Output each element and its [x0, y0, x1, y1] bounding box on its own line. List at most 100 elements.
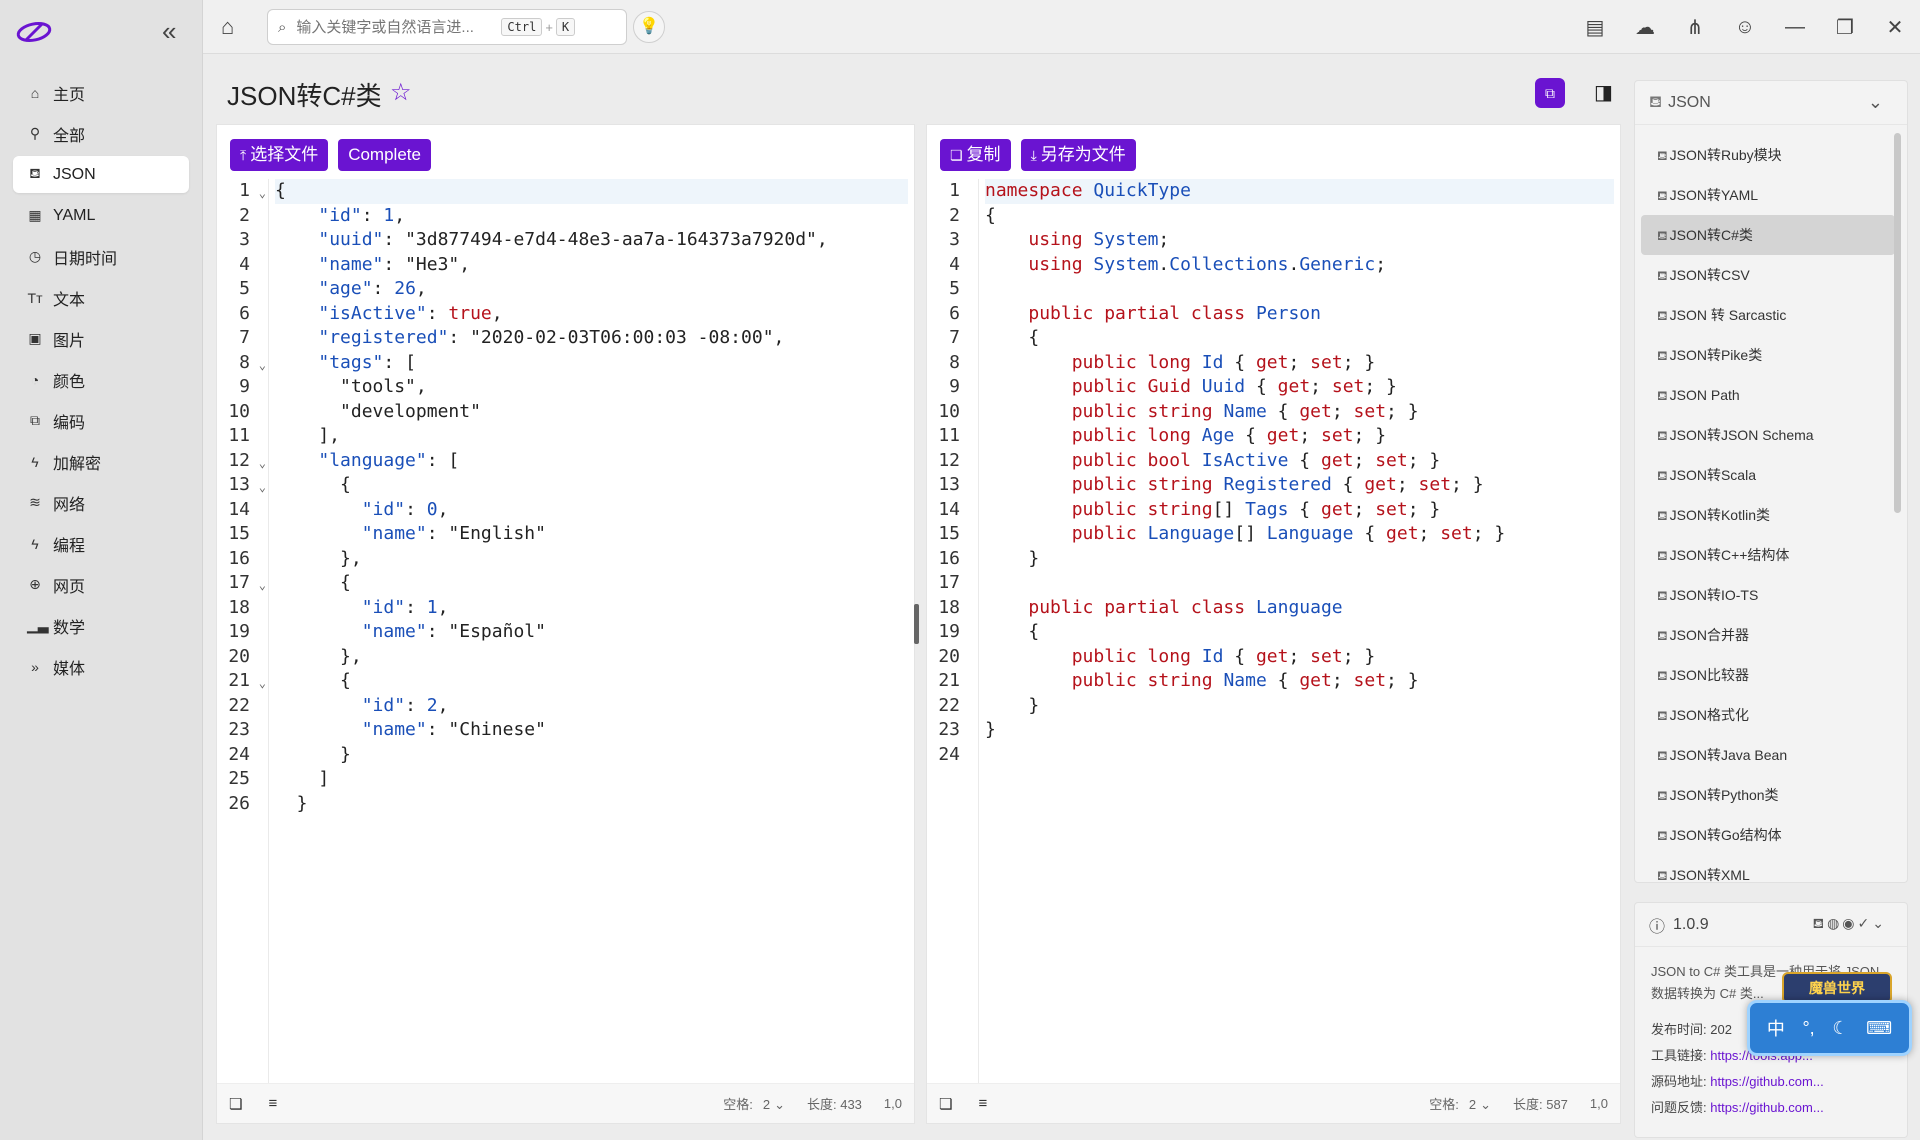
category-dropdown[interactable]: ⛾ JSON ⌄ — [1635, 81, 1907, 125]
user-icon[interactable]: ☺ — [1720, 16, 1770, 39]
select-file-button[interactable]: ⤒ 选择文件 — [230, 139, 329, 171]
bulb-icon[interactable]: 💡 — [633, 11, 665, 43]
cloud-icon[interactable]: ☁ — [1620, 15, 1670, 40]
sidebar-item-1[interactable]: ⚲ 全部 — [13, 115, 189, 152]
tool-item[interactable]: ⛾ JSON转Pike类 — [1641, 335, 1895, 375]
punct-icon[interactable]: °, — [1802, 1018, 1814, 1039]
json-icon: ⛾ — [1657, 308, 1668, 323]
line-gutter: 1 2 3 4 5 6 7 8 9 10 11 12 13 14 15 16 17 18 19 20 21 22 23 24 — [927, 179, 979, 1083]
share-icon[interactable]: ⋔ — [1670, 15, 1720, 40]
scrollbar[interactable] — [1894, 133, 1901, 513]
source-row: 源码地址: https://github.com... — [1651, 1074, 1824, 1089]
collapse-sidebar-icon[interactable]: « — [162, 18, 176, 44]
sidebar-item-12[interactable]: ⊕ 网页 — [13, 566, 189, 603]
sidebar-item-5[interactable]: Tт 文本 — [13, 279, 189, 316]
clock-icon: ◷ — [28, 248, 42, 264]
line-gutter: 1 ⌄ 2 3 4 5 6 7 8 ⌄ 9 10 11 12 ⌄ 13 ⌄ 14 15 16 17 ⌄ 18 19 20 21 ⌄ 2… — [217, 179, 269, 1083]
input-status-bar: ❏ ≡ 空格: 2 ⌄ 长度: 433 1,0 — [217, 1083, 914, 1123]
globe-icon: ⊕ — [29, 576, 41, 592]
wrap-icon[interactable]: ≡ — [268, 1095, 277, 1112]
sidebar-item-11[interactable]: ϟ 编程 — [13, 525, 189, 562]
sidebar-item-3[interactable]: ▦ YAML — [13, 197, 189, 234]
complete-button[interactable]: Complete — [338, 139, 431, 171]
json-icon: ⛾ — [1657, 508, 1668, 523]
copy-icon: ❏ — [950, 147, 963, 163]
info-icon: ⓘ — [1649, 918, 1666, 936]
space-value[interactable]: 2 — [1469, 1097, 1476, 1112]
copy-icon[interactable]: ❏ — [939, 1095, 952, 1113]
tool-item-label: JSON 转 Sarcastic — [1669, 307, 1787, 323]
tool-item[interactable]: ⛾ JSON转Java Bean — [1641, 735, 1895, 775]
info-header: ⓘ 1.0.9 ⛾◍◉✓⌄ — [1635, 903, 1907, 947]
tool-item[interactable]: ⛾ JSON转JSON Schema — [1641, 415, 1895, 455]
home-icon[interactable]: ⌂ — [221, 14, 234, 40]
pane-splitter[interactable] — [914, 604, 919, 644]
tool-item[interactable]: ⛾ JSON转Kotlin类 — [1641, 495, 1895, 535]
issue-link[interactable]: https://github.com... — [1710, 1100, 1823, 1115]
tool-item[interactable]: ⛾ JSON转C#类 — [1641, 215, 1895, 255]
sidebar-item-7[interactable]: ◔ 颜色 — [13, 361, 189, 398]
tool-item-label: JSON转Java Bean — [1669, 747, 1788, 763]
space-value[interactable]: 2 — [763, 1097, 770, 1112]
save-as-file-button[interactable]: ⤓ 另存为文件 — [1020, 139, 1136, 171]
source-link[interactable]: https://github.com... — [1710, 1074, 1823, 1089]
sidebar-item-8[interactable]: ⧉ 编码 — [13, 402, 189, 439]
shortcut-key: K — [555, 18, 576, 36]
favorite-star-icon[interactable]: ☆ — [390, 78, 412, 107]
json-icon: ⛾ — [1657, 828, 1668, 843]
moon-icon[interactable]: ☾ — [1832, 1018, 1848, 1039]
keyboard-icon[interactable]: ⌨ — [1866, 1018, 1892, 1039]
close-icon[interactable]: ✕ — [1870, 15, 1920, 40]
maximize-icon[interactable]: ❐ — [1820, 15, 1870, 40]
tool-item[interactable]: ⛾ JSON转Go结构体 — [1641, 815, 1895, 855]
copy-button[interactable]: ❏ 复制 — [940, 139, 1011, 171]
info-actions[interactable]: ⛾◍◉✓⌄ — [1813, 915, 1887, 934]
tool-item-label: JSON转Kotlin类 — [1669, 507, 1770, 523]
sidebar-item-14[interactable]: » 媒体 — [13, 648, 189, 685]
sidebar-item-0[interactable]: ⌂ 主页 — [13, 74, 189, 111]
page-title: JSON转C#类 — [227, 81, 382, 111]
ime-lang[interactable]: 中 — [1767, 1015, 1785, 1041]
tool-item[interactable]: ⛾ JSON转Python类 — [1641, 775, 1895, 815]
tool-item[interactable]: ⛾ JSON Path — [1641, 375, 1895, 415]
tool-item[interactable]: ⛾ JSON合并器 — [1641, 615, 1895, 655]
tool-item-label: JSON转Python类 — [1669, 787, 1779, 803]
json-icon: ⛾ — [1657, 868, 1668, 883]
version-label: 1.0.9 — [1673, 915, 1709, 933]
minimize-icon[interactable]: — — [1770, 16, 1820, 39]
tool-item[interactable]: ⛾ JSON转C++结构体 — [1641, 535, 1895, 575]
tool-item[interactable]: ⛾ JSON转Ruby模块 — [1641, 135, 1895, 175]
sidebar-item-13[interactable]: ▁▃ 数学 — [13, 607, 189, 644]
sidebar-item-9[interactable]: ϟ 加解密 — [13, 443, 189, 480]
space-label: 空格: 2 ⌄ — [723, 1097, 785, 1112]
tool-item[interactable]: ⛾ JSON转CSV — [1641, 255, 1895, 295]
search-input[interactable] — [296, 18, 502, 36]
copy-icon[interactable]: ❏ — [229, 1095, 242, 1113]
search-box[interactable]: ⌕ Ctrl + K — [267, 9, 627, 45]
tool-item[interactable]: ⛾ JSON转IO-TS — [1641, 575, 1895, 615]
json-icon: ⛾ — [1657, 668, 1668, 683]
sidebar-item-6[interactable]: ▣ 图片 — [13, 320, 189, 357]
input-code-editor[interactable]: 1 ⌄ 2 3 4 5 6 7 8 ⌄ 9 10 11 12 ⌄ 13 ⌄ 14 15 16 17 ⌄ 18 19 20 21 ⌄ 2… — [217, 179, 914, 1083]
json-icon: ⛾ — [1657, 788, 1668, 803]
document-icon[interactable]: ▤ — [1570, 15, 1620, 40]
tool-item-label: JSON转Scala — [1669, 467, 1756, 483]
wrap-icon[interactable]: ≡ — [978, 1095, 987, 1112]
sidebar-item-10[interactable]: ≋ 网络 — [13, 484, 189, 521]
tool-item[interactable]: ⛾ JSON转Scala — [1641, 455, 1895, 495]
tool-item[interactable]: ⛾ JSON 转 Sarcastic — [1641, 295, 1895, 335]
wifi-icon: ≋ — [29, 494, 41, 510]
app-logo — [16, 21, 52, 43]
topbar: ⌂ ⌕ Ctrl + K 💡 ▤ ☁ ⋔ ☺ — ❐ ✕ — [203, 0, 1920, 54]
ime-toolbar[interactable]: 中 °, ☾ ⌨ — [1747, 1000, 1912, 1056]
sidebar-item-label: 网页 — [53, 578, 86, 596]
tool-item[interactable]: ⛾ JSON比较器 — [1641, 655, 1895, 695]
sidebar-item-4[interactable]: ◷ 日期时间 — [13, 238, 189, 275]
tool-item[interactable]: ⛾ JSON转XML — [1641, 855, 1895, 895]
tool-item[interactable]: ⛾ JSON转YAML — [1641, 175, 1895, 215]
toggle-panel-icon[interactable]: ◨ — [1594, 80, 1613, 105]
output-code-editor[interactable]: 1 2 3 4 5 6 7 8 9 10 11 12 13 14 15 16 17 18 19 20 21 22 23 24 … — [927, 179, 1620, 1083]
sidebar-item-2[interactable]: ⛾ JSON — [13, 156, 189, 193]
copy-layout-button[interactable]: ⧉ — [1535, 78, 1565, 108]
tool-item[interactable]: ⛾ JSON格式化 — [1641, 695, 1895, 735]
